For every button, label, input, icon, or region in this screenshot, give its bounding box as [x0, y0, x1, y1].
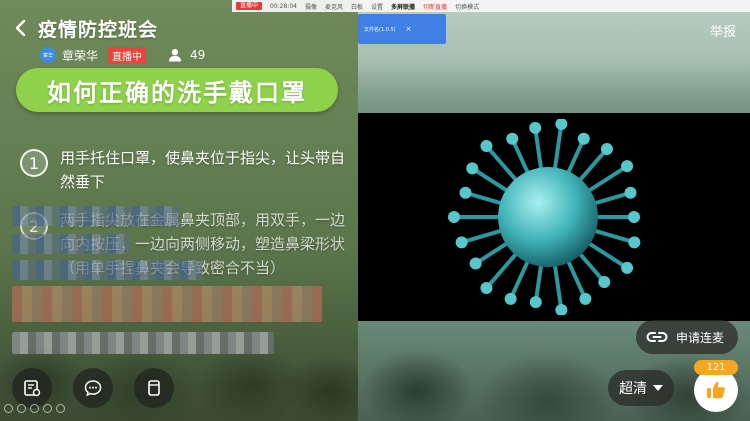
blurred-comment — [12, 286, 322, 322]
virus-spike-tip — [621, 261, 634, 274]
virus-spike — [473, 239, 513, 266]
host-name: 章荣华 — [62, 48, 99, 63]
virus-spike-tip — [455, 236, 468, 249]
toolbar-camera[interactable]: 摄像 — [305, 2, 317, 11]
virus-spike — [575, 146, 609, 185]
virus-spike — [564, 255, 588, 301]
comment-button[interactable] — [73, 368, 113, 408]
popup-text: 文件名(1.0.5) — [364, 26, 396, 33]
virus-image — [448, 119, 641, 315]
virus-spike — [552, 259, 564, 313]
mini-tool-icon[interactable] — [30, 404, 39, 413]
virus-spike-tip — [504, 292, 517, 305]
virus-spike — [484, 249, 521, 291]
virus-spike-tip — [628, 236, 641, 249]
virus-spike-tip — [480, 139, 493, 152]
virus-spike-tip — [459, 186, 472, 199]
virus-spike — [470, 166, 513, 195]
virus-spike-tip — [448, 211, 460, 223]
virus-spike — [564, 136, 586, 179]
chevron-left-icon[interactable] — [14, 18, 28, 38]
teacher-video[interactable] — [358, 0, 750, 421]
virus-spike-tip — [466, 162, 479, 175]
slide-title: 如何正确的洗手戴口罩 — [16, 68, 338, 112]
share-popup[interactable]: 文件名(1.0.5) × — [358, 14, 446, 44]
video-frame — [358, 113, 750, 321]
virus-spike-tip — [621, 160, 634, 173]
step-1-text: 用手托住口罩，使鼻夹位于指尖，让头带自然垂下 — [60, 149, 346, 191]
virus-spike-tip — [529, 296, 542, 309]
caret-down-icon — [653, 385, 663, 391]
virus-spike — [552, 121, 564, 175]
virus-spike — [575, 249, 607, 284]
like-count-badge: 121 — [694, 360, 738, 375]
toolbar-whiteboard[interactable]: 白板 — [351, 2, 363, 11]
popup-close-icon[interactable]: × — [406, 25, 412, 33]
live-room: 直播中 00:28:04 摄像 麦克风 白板 设置 多屏联播 切断直播 切换模式… — [0, 0, 750, 421]
virus-spike-tip — [579, 292, 592, 305]
toolbar-multiscreen[interactable]: 多屏联播 — [391, 2, 415, 11]
toolbar-switch-mode[interactable]: 切换模式 — [455, 2, 479, 11]
virus-spike — [533, 259, 544, 305]
virus-spike — [589, 190, 633, 207]
toolbar-stop-live[interactable]: 切断直播 — [423, 2, 447, 11]
virus-body — [498, 167, 598, 267]
blurred-comment — [12, 234, 130, 254]
virus-spike-tip — [624, 186, 637, 199]
thumbs-up-icon — [707, 381, 725, 399]
report-button[interactable]: 举报 — [710, 21, 736, 40]
status-badge: 直播中 — [108, 46, 147, 64]
courseware-button[interactable] — [12, 368, 52, 408]
virus-spike-tip — [506, 132, 519, 145]
apply-mic-label: 申请连麦 — [676, 330, 725, 345]
virus-spike — [463, 190, 507, 207]
virus-spike-tip — [480, 282, 493, 295]
virus-spike — [583, 164, 630, 195]
courseware-icon — [24, 380, 41, 397]
chat-bubble-icon — [84, 380, 102, 397]
quality-label: 超清 — [619, 381, 647, 397]
virus-spike — [589, 227, 637, 245]
stream-toolbar: 直播中 00:28:04 摄像 麦克风 白板 设置 多屏联播 切断直播 切换模式 — [232, 0, 750, 12]
toolbar-settings[interactable]: 设置 — [371, 2, 383, 11]
toolbar-mic[interactable]: 麦克风 — [325, 2, 343, 11]
cup-icon — [148, 380, 160, 396]
virus-spike-tip — [598, 275, 611, 288]
virus-spike-tip — [555, 304, 568, 315]
mini-tool-icon[interactable] — [43, 404, 52, 413]
apply-mic-button[interactable]: 申请连麦 — [636, 320, 738, 354]
virus-spike — [484, 143, 521, 185]
virus-spike-tip — [600, 142, 613, 155]
blurred-comment — [12, 206, 180, 226]
host-info: 章华 章荣华 直播中 49 — [40, 46, 205, 64]
virus-spike — [459, 227, 507, 245]
mini-toolbar — [4, 404, 65, 413]
blurred-comment — [12, 332, 274, 354]
video-mountain-background — [358, 60, 750, 120]
virus-spike — [508, 255, 532, 301]
link-icon — [646, 332, 668, 342]
mini-tool-icon[interactable] — [17, 404, 26, 413]
virus-spike-tip — [469, 257, 482, 270]
virus-spike-tip — [529, 121, 542, 134]
room-title: 疫情防控班会 — [38, 19, 159, 41]
virus-spike-tip — [628, 211, 640, 223]
virus-spike — [510, 136, 532, 179]
virus-spike — [533, 125, 544, 175]
viewer-count: 49 — [190, 48, 206, 62]
step-number-1: 1 — [20, 149, 48, 177]
toolbar-timer: 00:28:04 — [270, 2, 297, 10]
blurred-comment — [12, 260, 202, 280]
virus-spike-tip — [577, 132, 590, 145]
cup-button[interactable] — [134, 368, 174, 408]
mini-tool-icon[interactable] — [4, 404, 13, 413]
avatar[interactable]: 章华 — [40, 47, 56, 63]
mini-tool-icon[interactable] — [56, 404, 65, 413]
quality-select[interactable]: 超清 — [608, 370, 674, 406]
toolbar-live-tag: 直播中 — [236, 2, 263, 10]
virus-spike — [583, 239, 630, 270]
person-icon — [169, 49, 182, 62]
virus-spike-tip — [555, 119, 568, 130]
